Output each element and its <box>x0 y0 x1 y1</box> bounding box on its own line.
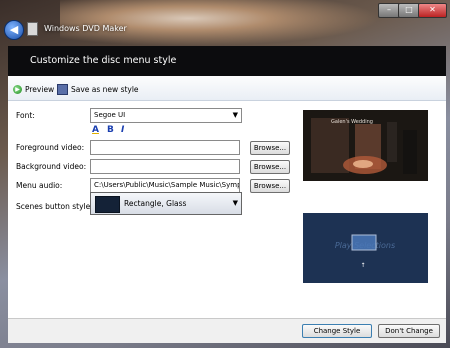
preview-caption: Galen's Wedding <box>331 119 373 125</box>
foreground-video-label: Foreground video: <box>16 143 85 152</box>
close-button[interactable]: ✕ <box>418 3 447 18</box>
foreground-video-field[interactable] <box>90 140 240 155</box>
page-header: Customize the disc menu style <box>8 46 446 76</box>
back-button[interactable]: ◀ <box>4 20 24 40</box>
menu-preview-video: Galen's Wedding <box>303 110 428 181</box>
toolbar: ▶ Preview Save as new style <box>8 76 446 101</box>
chevron-down-icon: ▼ <box>232 111 238 119</box>
app-icon <box>27 22 38 36</box>
content-panel: ▶ Preview Save as new style Font: Segoe … <box>8 76 446 343</box>
close-icon: ✕ <box>429 5 436 14</box>
audio-browse-button[interactable]: Browse... <box>250 179 290 193</box>
mouse-cursor <box>258 212 270 222</box>
font-dropdown[interactable]: Segoe UI ▼ <box>90 108 242 123</box>
bottom-bar: Change Style Don't Change <box>8 318 446 343</box>
save-style-label: Save as new style <box>71 84 139 94</box>
save-icon <box>57 83 68 95</box>
font-label: Font: <box>16 111 35 120</box>
background-video-field[interactable] <box>90 159 240 174</box>
font-value: Segoe UI <box>94 111 126 119</box>
title-bar: ◀ Windows DVD Maker – □ ✕ <box>0 0 450 46</box>
back-arrow-icon: ◀ <box>9 23 19 36</box>
scene-style-thumbnail <box>95 196 120 213</box>
menu-audio-field[interactable]: C:\Users\Public\Music\Sample Music\Symph… <box>90 178 240 193</box>
italic-button[interactable]: I <box>121 125 124 135</box>
background-video-label: Background video: <box>16 162 87 171</box>
scenes-style-label: Scenes button styles: <box>16 202 97 211</box>
minimize-icon: – <box>387 5 391 14</box>
preview-button[interactable]: ▶ Preview <box>13 83 54 95</box>
scene-menu-image: Play Selections ↑ <box>303 213 428 283</box>
dont-change-button[interactable]: Don't Change <box>378 324 440 338</box>
maximize-button[interactable]: □ <box>398 3 420 18</box>
dvd-maker-window: ◀ Windows DVD Maker – □ ✕ Customize the … <box>0 0 450 348</box>
scene-menu-preview: Play Selections ↑ <box>303 213 428 283</box>
scenes-style-dropdown[interactable]: Rectangle, Glass ▼ <box>90 192 242 215</box>
maximize-icon: □ <box>405 5 413 14</box>
svg-text:↑: ↑ <box>360 262 365 269</box>
bold-button[interactable]: B <box>107 125 114 135</box>
font-color-button[interactable]: A <box>92 125 99 135</box>
foreground-browse-button[interactable]: Browse... <box>250 141 290 155</box>
wedding-scene-image: Galen's Wedding <box>303 110 428 181</box>
menu-audio-label: Menu audio: <box>16 181 63 190</box>
preview-label: Preview <box>25 84 55 94</box>
minimize-button[interactable]: – <box>378 3 400 18</box>
save-style-button[interactable]: Save as new style <box>57 83 139 95</box>
chevron-down-icon: ▼ <box>232 199 238 207</box>
play-icon: ▶ <box>13 84 22 94</box>
titlebar-backdrop <box>60 0 380 46</box>
scenes-style-value: Rectangle, Glass <box>124 199 187 208</box>
page-title: Customize the disc menu style <box>30 55 177 66</box>
background-browse-button[interactable]: Browse... <box>250 160 290 174</box>
app-title: Windows DVD Maker <box>44 24 127 33</box>
change-style-button[interactable]: Change Style <box>302 324 372 338</box>
